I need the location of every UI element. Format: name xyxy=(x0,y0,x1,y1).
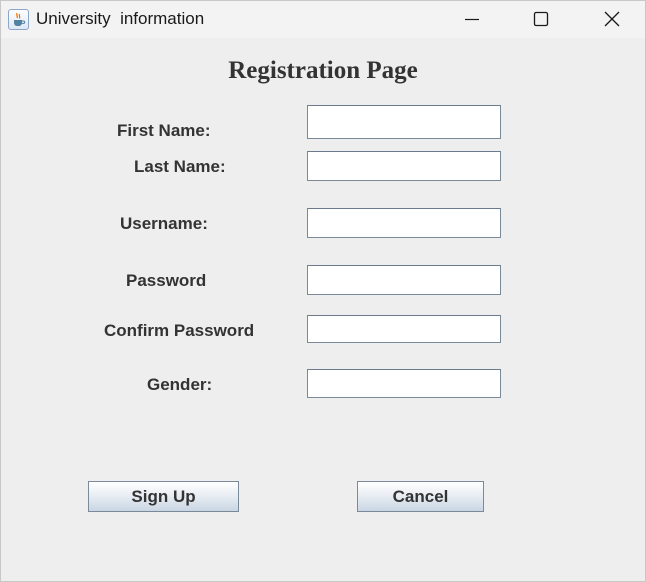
password-field[interactable] xyxy=(307,265,501,295)
window-title: University information xyxy=(36,9,205,28)
close-icon xyxy=(604,11,620,27)
confirm-password-label: Confirm Password xyxy=(104,321,255,340)
registration-window: University information Registration Page… xyxy=(0,0,646,582)
password-label: Password xyxy=(126,271,207,290)
maximize-icon xyxy=(533,11,549,27)
first-name-field[interactable] xyxy=(307,105,501,139)
minimize-icon xyxy=(465,18,479,21)
username-label: Username: xyxy=(120,214,208,233)
page-heading: Registration Page xyxy=(228,57,418,84)
first-name-label: First Name: xyxy=(117,121,211,140)
gender-label: Gender: xyxy=(147,375,213,394)
gender-field[interactable] xyxy=(307,369,501,398)
maximize-button[interactable] xyxy=(518,1,564,38)
last-name-label: Last Name: xyxy=(134,157,226,176)
last-name-field[interactable] xyxy=(307,151,501,181)
confirm-password-field[interactable] xyxy=(307,315,501,343)
java-coffee-icon xyxy=(8,9,29,30)
cancel-button[interactable]: Cancel xyxy=(357,481,484,512)
sign-up-button[interactable]: Sign Up xyxy=(88,481,239,512)
title-bar[interactable]: University information xyxy=(1,1,645,38)
minimize-button[interactable] xyxy=(449,1,495,38)
close-button[interactable] xyxy=(589,1,635,38)
username-field[interactable] xyxy=(307,208,501,238)
